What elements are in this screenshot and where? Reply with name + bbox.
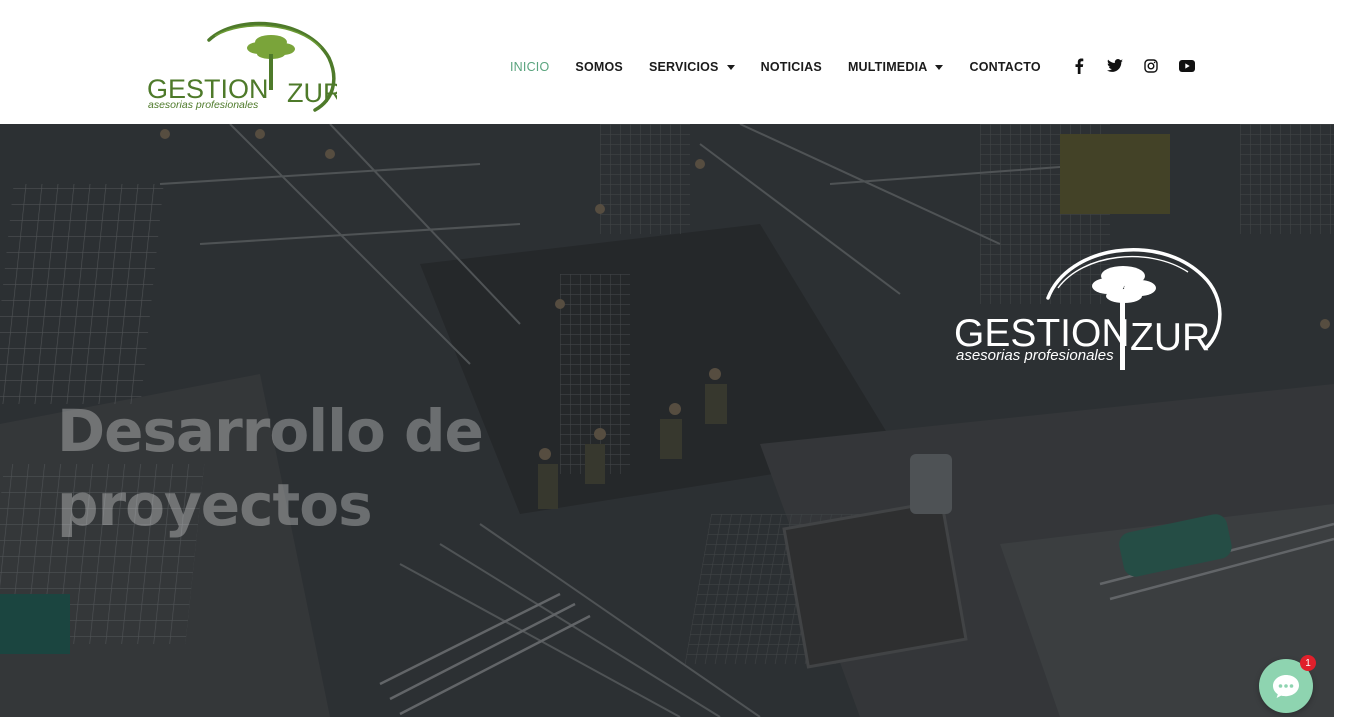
nav-label: INICIO xyxy=(510,60,550,74)
facebook-icon[interactable] xyxy=(1068,57,1090,75)
scrollbar-track[interactable] xyxy=(1334,124,1348,717)
hero-banner: GESTION ZUR asesorias profesionales Desa… xyxy=(0,124,1334,717)
nav-label: NOTICIAS xyxy=(760,60,822,74)
hero-logo-tagline: asesorias profesionales xyxy=(956,347,1114,364)
social-links xyxy=(1068,57,1212,75)
chevron-down-icon xyxy=(935,64,944,70)
nav-item-multimedia[interactable]: MULTIMEDIA xyxy=(848,60,944,74)
nav-item-somos[interactable]: SOMOS xyxy=(575,60,623,74)
nav-item-servicios[interactable]: SERVICIOS xyxy=(649,60,735,74)
instagram-icon[interactable] xyxy=(1140,57,1162,75)
logo-text-right: ZUR xyxy=(287,78,337,108)
nav-item-inicio[interactable]: INICIO xyxy=(510,60,549,74)
nav-label: SOMOS xyxy=(575,60,623,74)
nav-label: MULTIMEDIA xyxy=(847,60,928,74)
nav-label: CONTACTO xyxy=(969,60,1041,74)
hero-logo: GESTION ZUR asesorias profesionales xyxy=(948,236,1228,376)
nav-item-contacto[interactable]: CONTACTO xyxy=(969,60,1040,74)
hero-title: Desarrollo de proyectos xyxy=(57,397,484,539)
main-nav: INICIO SOMOS SERVICIOS NOTICIAS MULTIMED… xyxy=(510,58,1067,76)
twitter-icon[interactable] xyxy=(1104,57,1126,75)
chat-bubble-icon xyxy=(1273,675,1299,698)
site-header: GESTION ZUR asesorias profesionales INIC… xyxy=(0,0,1348,124)
chevron-down-icon xyxy=(726,64,735,70)
youtube-icon[interactable] xyxy=(1176,57,1198,75)
hero-logo-text-right: ZUR xyxy=(1130,316,1210,359)
logo-tagline: asesorias profesionales xyxy=(148,99,259,111)
notification-badge: 1 xyxy=(1300,655,1316,671)
nav-item-noticias[interactable]: NOTICIAS xyxy=(761,60,822,74)
site-logo[interactable]: GESTION ZUR asesorias profesionales xyxy=(147,18,343,114)
nav-label: SERVICIOS xyxy=(648,60,719,74)
